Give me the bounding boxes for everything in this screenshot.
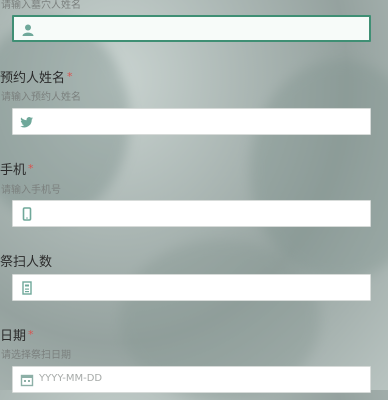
date-hint: 请选择祭扫日期 [1, 350, 71, 361]
tomb-name-input[interactable] [12, 15, 371, 42]
booker-name-hint: 请输入预约人姓名 [1, 92, 81, 103]
date-label: 日期 * [0, 328, 34, 344]
booking-form: 请输入墓穴人姓名 预约人姓名 * 请输入预约人姓名 手机 * 请输入手机号 祭扫… [0, 0, 388, 393]
phone-icon [22, 207, 32, 221]
bird-icon [20, 117, 33, 128]
count-icon [22, 281, 32, 295]
calendar-icon [20, 374, 34, 387]
booker-name-input[interactable] [12, 108, 371, 135]
phone-hint: 请输入手机号 [1, 185, 61, 196]
phone-input[interactable] [12, 200, 371, 227]
phone-label: 手机 * [0, 162, 34, 178]
visitor-count-label: 祭扫人数 [0, 255, 53, 270]
tomb-name-hint: 请输入墓穴人姓名 [1, 0, 81, 11]
date-input[interactable]: YYYY-MM-DD [12, 366, 371, 393]
user-icon [22, 24, 34, 36]
booker-name-label: 预约人姓名 * [0, 70, 73, 86]
date-placeholder: YYYY-MM-DD [39, 373, 103, 384]
visitor-count-input[interactable] [12, 274, 371, 301]
